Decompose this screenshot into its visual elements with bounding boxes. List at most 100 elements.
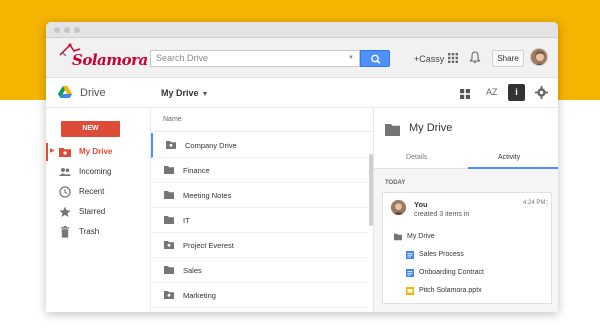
sidebar-item-label: Incoming	[79, 167, 112, 176]
file-row-company-drive[interactable]: Company Drive	[151, 133, 368, 158]
column-header[interactable]: Name	[151, 108, 374, 132]
bell-icon[interactable]	[469, 51, 481, 64]
trash-icon	[61, 226, 69, 238]
sidebar-item-label: Starred	[79, 207, 106, 216]
activity-item[interactable]: Pitch Solamora.pptx	[383, 283, 553, 299]
activity-folder[interactable]: My Drive	[383, 229, 553, 245]
doc-icon	[406, 251, 414, 259]
file-list: Name Company Drive Finance Meeting Notes…	[150, 108, 374, 312]
file-row-project-everest[interactable]: Project Everest	[151, 233, 368, 258]
activity-user: You	[414, 200, 428, 209]
slides-icon	[406, 287, 414, 295]
browser-window: Solamora Search Drive ▼ +Cassy Share Dri…	[46, 22, 558, 312]
top-bar: Solamora Search Drive ▼ +Cassy Share	[46, 38, 558, 78]
avatar	[391, 200, 406, 215]
folder-icon	[164, 166, 174, 174]
window-minimize-dot[interactable]	[64, 27, 70, 33]
app-title: Drive	[80, 87, 106, 99]
folder-icon	[164, 191, 174, 199]
window-maximize-dot[interactable]	[74, 27, 80, 33]
file-name: IT	[183, 216, 190, 225]
active-tab-indicator	[468, 167, 558, 169]
folder-icon	[394, 233, 402, 241]
file-row-it[interactable]: IT	[151, 208, 368, 233]
info-icon: i	[515, 87, 518, 97]
activity-item-name: Pitch Solamora.pptx	[419, 287, 482, 294]
details-header: My Drive	[374, 108, 558, 148]
details-pane: My Drive Details Activity TODAY You crea…	[373, 108, 558, 312]
logo-text: Solamora	[72, 51, 148, 69]
section-heading: TODAY	[385, 180, 406, 186]
avatar-image	[531, 49, 547, 65]
activity-item-name: Onboarding Contract	[419, 269, 484, 276]
expand-arrow-icon[interactable]: ▶	[50, 147, 55, 154]
doc-icon	[406, 269, 414, 277]
tab-activity[interactable]: Activity	[498, 154, 520, 161]
file-name: Company Drive	[185, 141, 237, 150]
file-name: Marketing	[183, 291, 216, 300]
details-title: My Drive	[409, 122, 453, 134]
location-label: My Drive	[161, 88, 199, 98]
drive-folder-icon	[59, 148, 71, 157]
info-button[interactable]: i	[508, 84, 525, 101]
sidebar-item-trash[interactable]: Trash	[46, 223, 150, 241]
search-icon	[371, 54, 381, 64]
drive-toolbar: Drive My Drive ▼ AZ i	[46, 78, 558, 108]
avatar-image	[391, 200, 406, 215]
file-row-marketing[interactable]: Marketing	[151, 283, 368, 308]
sidebar-item-label: My Drive	[79, 147, 113, 156]
activity-action: created 3 items in	[414, 211, 470, 218]
tab-details[interactable]: Details	[406, 154, 427, 161]
share-button[interactable]: Share	[492, 50, 524, 67]
new-button[interactable]: NEW	[61, 121, 120, 137]
search-input[interactable]: Search Drive ▼	[150, 50, 360, 67]
file-name: Sales	[183, 266, 202, 275]
shared-folder-icon	[164, 291, 174, 299]
details-tabs: Details Activity	[374, 148, 558, 169]
chevron-down-icon: ▼	[201, 91, 209, 98]
sort-icon[interactable]: AZ	[486, 87, 498, 97]
star-icon	[59, 206, 71, 217]
active-indicator	[46, 143, 48, 161]
sidebar-item-my-drive[interactable]: ▶ My Drive	[46, 143, 150, 161]
search-button[interactable]	[360, 50, 390, 67]
user-profile-link[interactable]: +Cassy	[414, 54, 444, 64]
file-row-finance[interactable]: Finance	[151, 158, 368, 183]
sidebar-item-label: Trash	[79, 227, 100, 236]
activity-item[interactable]: Sales Process	[383, 247, 553, 263]
activity-folder-name: My Drive	[407, 233, 435, 240]
sidebar-item-incoming[interactable]: Incoming	[46, 163, 150, 181]
folder-icon	[164, 266, 174, 274]
activity-time: 4:24 PM	[523, 200, 546, 206]
activity-item-name: Sales Process	[419, 251, 464, 258]
avatar[interactable]	[530, 48, 548, 66]
file-row-sales[interactable]: Sales	[151, 258, 368, 283]
folder-icon	[385, 124, 400, 136]
shared-folder-icon	[166, 141, 176, 149]
activity-card: You created 3 items in 4:24 PM ⋮ My Driv…	[382, 192, 552, 304]
apps-grid-icon[interactable]	[448, 53, 458, 63]
more-options-icon[interactable]: ⋮	[543, 199, 551, 208]
gear-icon[interactable]	[535, 86, 548, 99]
search-options-caret-icon[interactable]: ▼	[348, 55, 354, 61]
clock-icon	[59, 186, 71, 198]
column-name-label: Name	[163, 116, 182, 123]
google-drive-logo-icon	[58, 86, 72, 98]
folder-icon	[164, 216, 174, 224]
window-titlebar	[46, 22, 558, 38]
search-placeholder: Search Drive	[156, 53, 209, 63]
file-row-meeting-notes[interactable]: Meeting Notes	[151, 183, 368, 208]
sidebar-item-recent[interactable]: Recent	[46, 183, 150, 201]
location-dropdown[interactable]: My Drive ▼	[161, 88, 208, 98]
shared-folder-icon	[164, 241, 174, 249]
activity-item[interactable]: Onboarding Contract	[383, 265, 553, 281]
sidebar-item-label: Recent	[79, 187, 105, 196]
sidebar: NEW ▶ My Drive Incoming Recent Starred T…	[46, 108, 150, 312]
grid-view-icon[interactable]	[460, 89, 470, 99]
sidebar-item-starred[interactable]: Starred	[46, 203, 150, 221]
solamora-logo[interactable]: Solamora	[58, 43, 148, 73]
file-name: Project Everest	[183, 241, 234, 250]
file-name: Meeting Notes	[183, 191, 232, 200]
window-close-dot[interactable]	[54, 27, 60, 33]
file-name: Finance	[183, 166, 210, 175]
